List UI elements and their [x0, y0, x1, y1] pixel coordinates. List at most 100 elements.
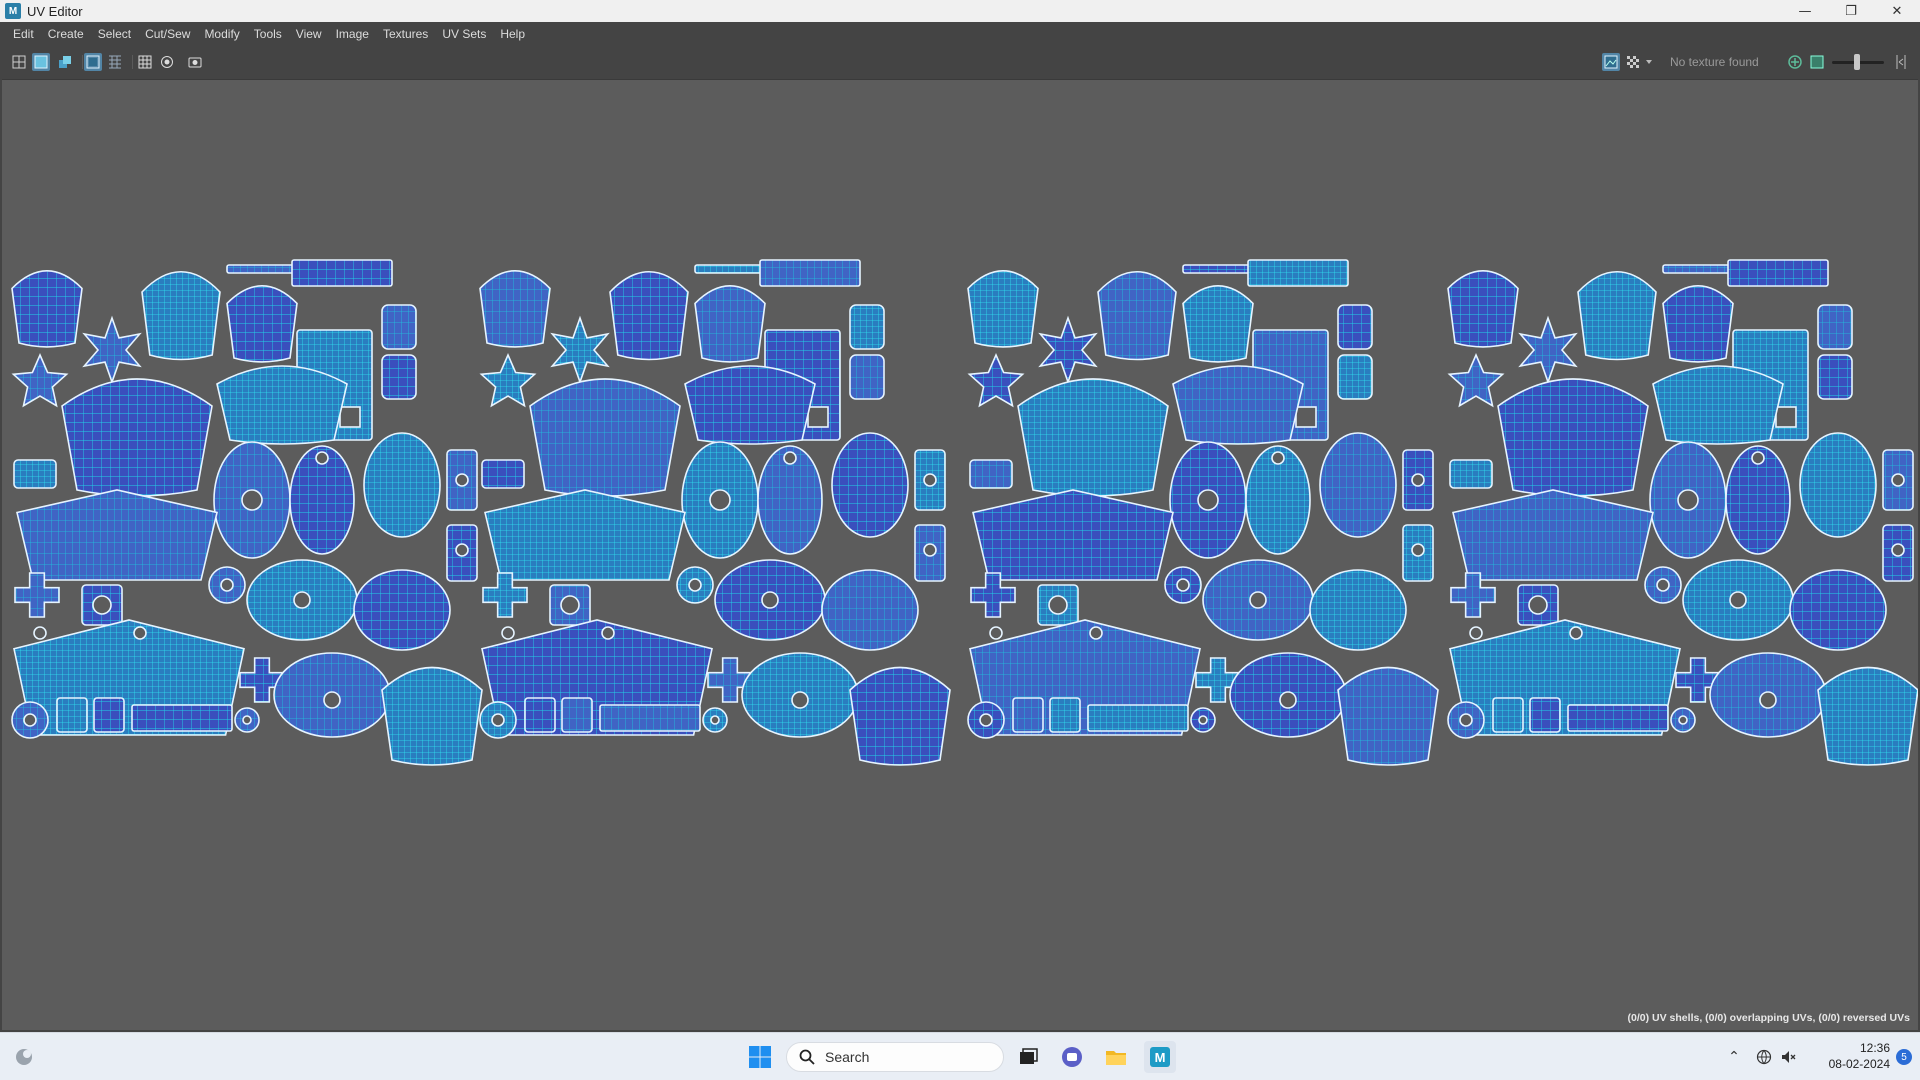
uv-shell[interactable]	[1049, 697, 1081, 733]
uv-shell[interactable]	[1452, 489, 1654, 581]
uv-shell[interactable]	[242, 715, 252, 725]
uv-shell[interactable]	[1447, 270, 1519, 348]
uv-shell[interactable]	[1089, 626, 1103, 640]
uv-shell[interactable]	[353, 569, 451, 651]
uv-shell[interactable]	[1727, 259, 1829, 287]
uv-viewport[interactable]: (0/0) UV shells, (0/0) overlapping UVs, …	[2, 79, 1918, 1030]
uv-shell[interactable]	[1729, 591, 1747, 609]
volume-muted-icon[interactable]	[1778, 1047, 1798, 1067]
uv-shell[interactable]	[323, 691, 341, 709]
uv-shell[interactable]	[688, 578, 702, 592]
uv-shell[interactable]	[1469, 626, 1483, 640]
uv-shell[interactable]	[599, 704, 701, 732]
uv-shell[interactable]	[923, 473, 937, 487]
uv-shell[interactable]	[1319, 432, 1397, 538]
restore-button[interactable]: ❐	[1828, 0, 1874, 22]
uv-shell[interactable]	[1577, 271, 1657, 361]
uv-shell[interactable]	[967, 270, 1039, 348]
uv-shell[interactable]	[33, 626, 47, 640]
uv-shell[interactable]	[807, 406, 829, 428]
uv-shell[interactable]	[1759, 691, 1777, 709]
uv-shell[interactable]	[979, 713, 993, 727]
uv-shell[interactable]	[1012, 697, 1044, 733]
teams-chat-icon[interactable]	[1056, 1041, 1088, 1073]
uv-shell[interactable]	[315, 451, 329, 465]
uv-shell[interactable]	[216, 365, 348, 445]
uv-shell[interactable]	[491, 713, 505, 727]
uv-shell[interactable]	[1249, 591, 1267, 609]
uv-shell[interactable]	[1789, 569, 1887, 651]
uv-layout-canvas[interactable]	[2, 80, 1918, 1030]
uv-shell[interactable]	[759, 259, 861, 287]
grid-shaded-icon[interactable]	[84, 53, 102, 71]
menu-create[interactable]: Create	[41, 22, 91, 47]
display-image-icon[interactable]	[1602, 53, 1620, 71]
uv-shell[interactable]	[1337, 354, 1373, 400]
uv-shell[interactable]	[684, 365, 816, 445]
uv-shell[interactable]	[1247, 259, 1349, 287]
uv-shell[interactable]	[783, 451, 797, 465]
uv-shell[interactable]	[1198, 715, 1208, 725]
uv-shell[interactable]	[1309, 569, 1407, 651]
system-clock[interactable]: 12:36 08-02-2024	[1829, 1040, 1890, 1072]
uv-shell[interactable]	[479, 270, 551, 348]
uv-shell[interactable]	[501, 626, 515, 640]
uv-shell[interactable]	[1799, 432, 1877, 538]
uv-shell[interactable]	[241, 489, 263, 511]
uv-shell[interactable]	[694, 285, 766, 363]
uv-shell[interactable]	[821, 569, 919, 651]
uv-shell[interactable]	[82, 315, 142, 385]
uv-shell[interactable]	[226, 285, 298, 363]
uv-shell[interactable]	[291, 259, 393, 287]
uv-shell[interactable]	[16, 489, 218, 581]
chevron-down-icon[interactable]	[1644, 53, 1654, 71]
close-button[interactable]: ✕	[1874, 0, 1920, 22]
uv-shell[interactable]	[1411, 473, 1425, 487]
uv-shell[interactable]	[381, 304, 417, 350]
distortion-icon[interactable]	[106, 53, 124, 71]
menu-modify[interactable]: Modify	[197, 22, 246, 47]
menu-tools[interactable]: Tools	[247, 22, 289, 47]
uv-shell[interactable]	[967, 352, 1025, 408]
taskbar-search-box[interactable]: Search	[786, 1042, 1004, 1072]
uv-shell[interactable]	[479, 352, 537, 408]
shaded-uv-icon[interactable]	[32, 53, 50, 71]
uv-shell[interactable]	[849, 666, 951, 766]
uv-shell[interactable]	[1172, 365, 1304, 445]
uv-shell[interactable]	[1337, 304, 1373, 350]
uv-shell[interactable]	[849, 304, 885, 350]
uv-shell[interactable]	[710, 715, 720, 725]
uv-shell[interactable]	[560, 595, 580, 615]
uv-shell[interactable]	[1817, 354, 1853, 400]
uv-shell[interactable]	[1569, 626, 1583, 640]
menu-cut-sew[interactable]: Cut/Sew	[138, 22, 197, 47]
uv-shell[interactable]	[93, 697, 125, 733]
menu-textures[interactable]: Textures	[376, 22, 435, 47]
uv-shell[interactable]	[1529, 697, 1561, 733]
uv-shell[interactable]	[131, 704, 233, 732]
image-channels-icon[interactable]	[1808, 53, 1826, 71]
uv-shell[interactable]	[1182, 285, 1254, 363]
maya-taskbar-icon[interactable]: M	[1144, 1041, 1176, 1073]
uv-shell[interactable]	[561, 697, 593, 733]
uv-shell[interactable]	[1891, 543, 1905, 557]
uv-shell[interactable]	[133, 626, 147, 640]
uv-shell[interactable]	[1497, 378, 1649, 497]
uv-shell[interactable]	[831, 432, 909, 538]
uv-shell[interactable]	[1038, 315, 1098, 385]
uv-shell[interactable]	[381, 354, 417, 400]
uv-shell[interactable]	[601, 626, 615, 640]
uv-shell[interactable]	[969, 459, 1013, 489]
snapshot-icon[interactable]	[186, 53, 204, 71]
uv-shell[interactable]	[1197, 489, 1219, 511]
windows-start-icon[interactable]	[744, 1041, 776, 1073]
uv-shell[interactable]	[1891, 473, 1905, 487]
uv-shell[interactable]	[1271, 451, 1285, 465]
uv-shell[interactable]	[61, 378, 213, 497]
menu-help[interactable]: Help	[493, 22, 532, 47]
menu-edit[interactable]: Edit	[6, 22, 41, 47]
uv-shell[interactable]	[1337, 666, 1439, 766]
uv-shell[interactable]	[550, 315, 610, 385]
menu-view[interactable]: View	[289, 22, 329, 47]
uv-shell[interactable]	[1662, 285, 1734, 363]
